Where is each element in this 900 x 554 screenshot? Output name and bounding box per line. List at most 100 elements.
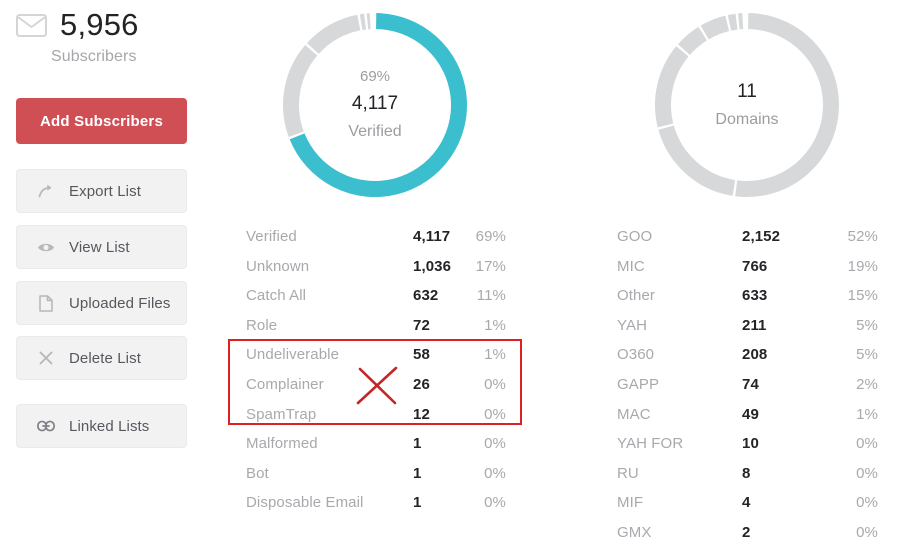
row-value: 766: [742, 258, 767, 275]
domains-donut-chart: 11 Domains: [647, 5, 847, 205]
row-label: Bot: [246, 465, 269, 482]
row-percent: 0%: [856, 465, 878, 482]
file-icon: [37, 294, 55, 312]
row-label: GAPP: [617, 376, 659, 393]
row-percent: 0%: [856, 524, 878, 541]
sidebar-button-view-list[interactable]: View List: [16, 225, 187, 269]
row-percent: 0%: [484, 435, 506, 452]
row-label: Other: [617, 287, 655, 304]
row-percent: 5%: [856, 346, 878, 363]
row-label: Undeliverable: [246, 346, 339, 363]
row-value: 1,036: [413, 258, 451, 275]
row-value: 58: [413, 346, 430, 363]
table-row: Catch All 632 11%: [246, 287, 506, 317]
row-percent: 0%: [484, 494, 506, 511]
row-value: 2,152: [742, 228, 780, 245]
row-value: 1: [413, 465, 421, 482]
table-row: Verified 4,117 69%: [246, 228, 506, 258]
sidebar-button-label: View List: [69, 239, 130, 256]
row-percent: 1%: [484, 317, 506, 334]
row-label: MIC: [617, 258, 645, 275]
table-row: Other 633 15%: [617, 287, 878, 317]
table-row: MAC 49 1%: [617, 406, 878, 436]
row-value: 211: [742, 317, 767, 334]
row-label: SpamTrap: [246, 406, 316, 423]
table-row: Complainer260%: [246, 376, 506, 406]
table-row: Unknown 1,036 17%: [246, 258, 506, 288]
sidebar-button-linked-lists[interactable]: Linked Lists: [16, 404, 187, 448]
row-value: 49: [742, 406, 759, 423]
row-label: O360: [617, 346, 654, 363]
row-value: 4,117: [413, 228, 450, 245]
row-percent: 2%: [856, 376, 878, 393]
sidebar: 5,956 Subscribers Add Subscribers Export…: [0, 0, 215, 548]
table-row: Role721%: [246, 317, 506, 347]
sidebar-button-uploaded-files[interactable]: Uploaded Files: [16, 281, 187, 325]
row-label: MIF: [617, 494, 643, 511]
row-percent: 5%: [856, 317, 878, 334]
row-label: Complainer: [246, 376, 324, 393]
domains-donut-center: 11 Domains: [647, 5, 847, 205]
link-chain-icon: [37, 417, 55, 435]
sidebar-button-label: Linked Lists: [69, 418, 149, 435]
add-subscribers-button[interactable]: Add Subscribers: [16, 98, 187, 144]
verified-donut-percent: 69%: [360, 67, 390, 87]
table-row: GAPP 74 2%: [617, 376, 878, 406]
row-percent: 15%: [848, 287, 878, 304]
table-row: SpamTrap 12 0%: [246, 406, 506, 436]
subscriber-label: Subscribers: [51, 48, 137, 66]
row-label: MAC: [617, 406, 651, 423]
domains-donut-label: Domains: [715, 109, 778, 131]
subscriber-count: 5,956: [60, 8, 139, 42]
verified-donut-center: 69% 4,117 Verified: [275, 5, 475, 205]
row-label: Malformed: [246, 435, 318, 452]
sidebar-button-label: Export List: [69, 183, 141, 200]
sidebar-button-export-list[interactable]: Export List: [16, 169, 187, 213]
row-value: 632: [413, 287, 438, 304]
row-label: Unknown: [246, 258, 309, 275]
row-percent: 0%: [484, 406, 506, 423]
table-row: Malformed10%: [246, 435, 506, 465]
verified-donut-label: Verified: [348, 121, 401, 143]
row-percent: 0%: [484, 465, 506, 482]
row-percent: 0%: [856, 435, 878, 452]
row-value: 633: [742, 287, 767, 304]
sidebar-button-label: Delete List: [69, 350, 141, 367]
row-percent: 11%: [477, 287, 506, 304]
row-percent: 17%: [476, 258, 506, 275]
row-value: 12: [413, 406, 430, 423]
row-value: 4: [742, 494, 750, 511]
row-value: 2: [742, 524, 750, 541]
row-label: Role: [246, 317, 277, 334]
row-value: 208: [742, 346, 767, 363]
row-percent: 0%: [484, 376, 506, 393]
row-percent: 1%: [856, 406, 878, 423]
row-percent: 52%: [848, 228, 878, 245]
share-arrow-icon: [37, 182, 55, 200]
table-row: YAH 211 5%: [617, 317, 878, 347]
row-label: RU: [617, 465, 639, 482]
verified-donut-chart: 69% 4,117 Verified: [275, 5, 475, 205]
eye-icon: [37, 238, 55, 256]
table-row: Undeliverable 58 1%: [246, 346, 506, 376]
row-label: YAH: [617, 317, 647, 334]
row-value: 1: [413, 494, 421, 511]
table-row: Bot 1 0%: [246, 465, 506, 495]
row-label: Disposable Email: [246, 494, 363, 511]
sidebar-button-delete-list[interactable]: Delete List: [16, 336, 187, 380]
row-value: 8: [742, 465, 750, 482]
row-percent: 19%: [848, 258, 878, 275]
row-label: GMX: [617, 524, 651, 541]
verified-breakdown-table: Verified 4,117 69% Unknown 1,036 17% Catch All…: [246, 228, 506, 538]
row-value: 10: [742, 435, 759, 452]
close-x-icon: [37, 349, 55, 367]
row-value: 74: [742, 376, 759, 393]
row-label: Catch All: [246, 287, 306, 304]
row-label: YAH FOR: [617, 435, 683, 452]
row-label: Verified: [246, 228, 297, 245]
row-percent: 69%: [476, 228, 506, 245]
table-row: GOO2,15252%: [617, 228, 878, 258]
table-row: MIC 766 19%: [617, 258, 878, 288]
row-percent: 1%: [484, 346, 506, 363]
sidebar-button-label: Uploaded Files: [69, 295, 170, 312]
